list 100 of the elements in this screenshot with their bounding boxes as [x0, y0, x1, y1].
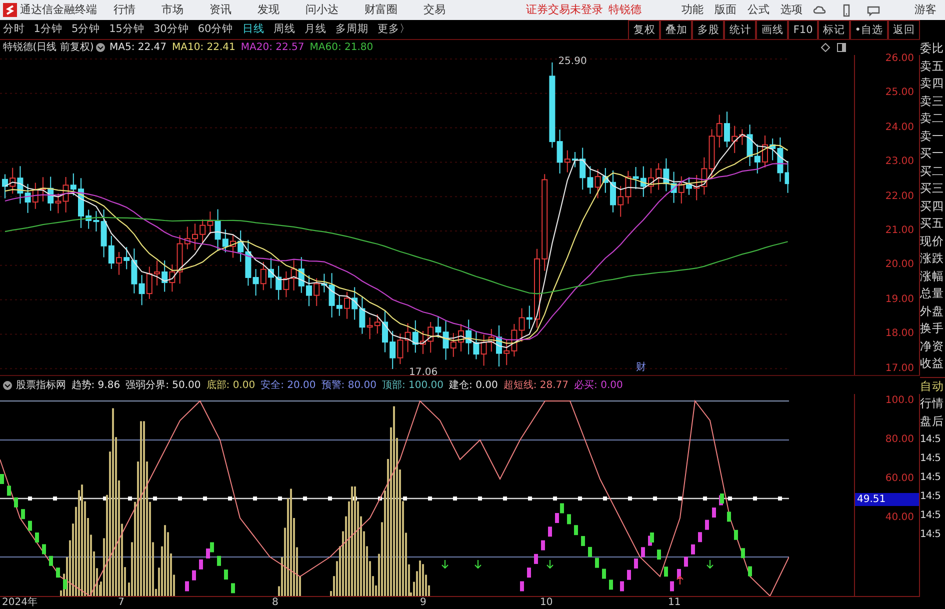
login-status[interactable]: 证券交易未登录 [526, 2, 603, 18]
indicator-reading: 底部: 0.00 [206, 378, 256, 392]
period-tab[interactable]: 30分钟 [154, 22, 189, 38]
period-tab[interactable]: 1分钟 [34, 22, 62, 38]
candlestick [496, 324, 502, 368]
logo-icon [2, 3, 17, 17]
menu-item[interactable]: 财富圈 [364, 2, 398, 18]
expand-icon[interactable] [96, 43, 106, 52]
section-label[interactable]: 行情 [920, 395, 945, 412]
candlestick [116, 252, 122, 276]
period-tab[interactable]: 周线 [273, 22, 296, 38]
candlestick [762, 134, 768, 168]
candlestick [648, 168, 654, 194]
indicator-reading: 顶部: 100.00 [382, 378, 444, 392]
period-tab[interactable]: 分时 [2, 22, 25, 38]
quote-label: 买一 [920, 145, 945, 162]
menu-item[interactable]: 行情 [113, 2, 136, 18]
menu-item[interactable]: 选项 [780, 2, 802, 18]
candlestick [572, 151, 578, 168]
indicator-reading: 安全: 20.00 [260, 378, 316, 392]
candlestick [382, 310, 388, 353]
candlestick [344, 291, 350, 320]
moving-average-reading: MA60: 21.80 [310, 41, 374, 55]
axis-label: 23.00 [885, 156, 914, 168]
menu-item[interactable]: 功能 [681, 2, 704, 18]
candlestick [154, 260, 160, 286]
toolbar-button[interactable]: 返回 [888, 20, 920, 39]
period-tab[interactable]: 15分钟 [109, 22, 144, 38]
period-tab[interactable]: 日线 [242, 22, 264, 38]
high-price-label: 25.90 [558, 55, 587, 70]
quote-label: 买二 [920, 162, 945, 180]
diamond-icon [821, 43, 830, 52]
time-label: 14:5 [920, 433, 942, 447]
quote-label: 净资 [920, 338, 945, 354]
quote-label: 卖二 [920, 110, 945, 127]
period-tab[interactable]: 月线 [304, 22, 326, 38]
toolbar-button[interactable]: 画线 [756, 20, 788, 39]
toolbar-button[interactable]: 叠加 [660, 20, 692, 39]
moving-average-reading: MA20: 22.57 [240, 41, 304, 55]
date-label: 10 [540, 597, 553, 609]
candlestick [610, 170, 616, 213]
candlestick [686, 176, 692, 196]
date-label: 2024年 [2, 597, 38, 609]
menu-item[interactable]: 问小达 [305, 2, 338, 18]
menu-item[interactable]: 市场 [161, 2, 184, 18]
candlestick [2, 174, 8, 199]
candlestick [724, 111, 730, 148]
cloud-icon[interactable] [813, 4, 826, 16]
menu-item[interactable]: 公式 [747, 2, 770, 18]
quote-label: 涨幅 [920, 268, 945, 284]
candlestick [420, 330, 426, 355]
period-tab[interactable]: 60分钟 [198, 22, 234, 38]
date-label: 7 [118, 597, 124, 609]
time-label: 14:5 [920, 490, 942, 504]
toolbar-button[interactable]: •自选 [850, 20, 888, 39]
menu-item[interactable]: 版面 [714, 2, 736, 18]
menu-item[interactable]: 交易 [423, 2, 446, 18]
axis-label: 19.00 [885, 294, 914, 306]
date-label: 9 [420, 597, 426, 609]
mode-label[interactable]: 自动 [920, 378, 945, 395]
section-label[interactable]: 盘后 [920, 412, 945, 430]
panel-icon [837, 43, 846, 52]
moving-average-reading: MA10: 22.41 [172, 41, 236, 55]
toolbar-button[interactable]: F10 [788, 20, 818, 39]
axis-label: 22.00 [885, 190, 914, 203]
axis-label: 20.00 [885, 259, 914, 272]
menu-item[interactable]: 发现 [257, 2, 280, 18]
candlestick [40, 176, 46, 202]
time-label: 14:5 [920, 471, 942, 485]
axis-label: 80.00 [885, 434, 914, 446]
period-tab[interactable]: 更多〉 [377, 22, 410, 38]
moving-average-reading: MA5: 22.47 [109, 41, 166, 55]
quote-label: 卖三 [920, 92, 945, 110]
chat-icon[interactable] [867, 4, 880, 16]
quote-label: 收益 [920, 355, 945, 372]
candlestick [458, 324, 464, 352]
candlestick [192, 223, 198, 251]
time-label: 14:5 [920, 509, 942, 523]
toolbar-button[interactable]: 多股 [692, 20, 724, 39]
quote-label: 换手 [920, 320, 945, 337]
indicator-reading: 预警: 80.00 [321, 378, 376, 392]
menu-item[interactable]: 资讯 [209, 2, 232, 18]
user-name[interactable]: 游客 [914, 2, 936, 18]
quote-label: 涨跌 [920, 250, 945, 267]
indicator-reading: 建仓: 0.00 [449, 378, 498, 392]
toolbar-button[interactable]: 复权 [628, 20, 660, 39]
toolbar-button[interactable]: 统计 [724, 20, 756, 39]
axis-label: 18.00 [885, 328, 914, 340]
quote-label: 卖一 [920, 128, 945, 144]
axis-label: 24.00 [885, 122, 914, 134]
period-tab[interactable]: 5分钟 [71, 22, 100, 38]
quote-label: 买五 [920, 215, 945, 232]
quote-label: 现价 [920, 232, 945, 250]
axis-label: 40.00 [885, 512, 914, 524]
period-tab[interactable]: 多周期 [335, 22, 368, 38]
date-label: 11 [668, 597, 681, 609]
toolbar-button[interactable]: 标记 [818, 20, 850, 39]
candlestick [230, 234, 236, 258]
expand-icon[interactable] [2, 380, 12, 390]
axis-label: 21.00 [885, 225, 914, 237]
